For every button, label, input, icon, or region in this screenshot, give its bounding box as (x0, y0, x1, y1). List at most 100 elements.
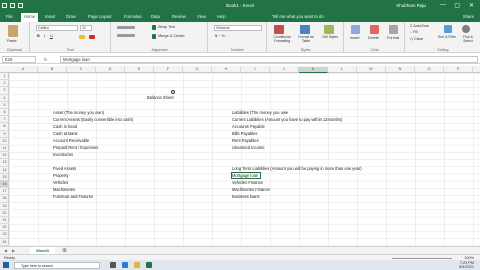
fill-color-icon[interactable] (79, 35, 85, 39)
clear-button[interactable]: ◇ Clear (410, 36, 423, 41)
currency-button[interactable]: $ ~ % , (215, 34, 227, 38)
row-header-1[interactable]: 1 (0, 73, 9, 81)
conditional-formatting-button[interactable]: Conditional Formatting (270, 35, 294, 43)
close-button[interactable]: ✕ (469, 2, 474, 9)
row-header-12[interactable]: 12 (0, 152, 9, 160)
fill-button[interactable]: ↓ Fill (410, 30, 418, 34)
tab-file[interactable]: File (6, 14, 13, 19)
number-format-select[interactable]: General (214, 25, 262, 31)
column-headers: ABCDEFGHIJKLMNOPQ (0, 66, 480, 73)
tab-draw[interactable]: Draw (66, 14, 76, 19)
row-header-18[interactable]: 18 (0, 195, 9, 203)
tab-help[interactable]: Help (217, 14, 226, 19)
tab-review[interactable]: Review (172, 14, 186, 19)
edge-icon[interactable] (122, 262, 128, 268)
row-header-5[interactable]: 5 (0, 102, 9, 109)
tab-insert[interactable]: Insert (45, 14, 55, 19)
number-label: Number (231, 48, 244, 52)
start-icon[interactable] (3, 262, 9, 268)
align-top-icon[interactable] (117, 26, 135, 29)
row-header-13[interactable]: 13 (0, 159, 9, 167)
name-box[interactable]: K16 (2, 56, 36, 63)
row-header-23[interactable]: 23 (0, 231, 9, 239)
zoom-slider[interactable] (392, 257, 452, 259)
paste-button[interactable]: Paste (7, 39, 17, 43)
minimize-button[interactable]: — (440, 2, 446, 8)
file-explorer-icon[interactable] (134, 262, 140, 268)
taskbar-search[interactable]: Type here to search (14, 261, 100, 269)
alignment-label: Alignment (151, 48, 168, 52)
tab-home[interactable]: Home (21, 13, 39, 22)
wrap-text-button[interactable]: Wrap Text (158, 25, 175, 29)
maximize-button[interactable]: ▢ (454, 2, 460, 9)
cell-title[interactable]: Balance Sheet (147, 94, 174, 101)
number-group: General $ ~ % , Number (209, 22, 267, 53)
tab-view[interactable]: View (197, 14, 206, 19)
styles-group: Conditional Formatting Format as Table C… (268, 22, 344, 53)
row-header-20[interactable]: 20 (0, 210, 9, 217)
align-left-icon[interactable] (117, 34, 135, 37)
worksheet-grid[interactable]: Balance Sheet Asset (The money you own) … (9, 73, 480, 246)
row-header-24[interactable]: 24 (0, 239, 9, 246)
task-view-icon[interactable] (110, 262, 116, 268)
share-button[interactable]: Share (463, 14, 474, 19)
clear-label: Clear (413, 37, 424, 41)
autosum-button[interactable]: Σ AutoSum (410, 24, 429, 28)
row-header-15[interactable]: 15 (0, 174, 9, 181)
next-sheet-icon[interactable]: ▶ (12, 248, 15, 253)
row-header-14[interactable]: 14 (0, 167, 9, 174)
cells-label: Cells (370, 48, 379, 52)
row-header-22[interactable]: 22 (0, 224, 9, 232)
font-label: Font (66, 48, 75, 52)
delete-cells-button[interactable]: Delete (368, 36, 379, 40)
row-header-8[interactable]: 8 (0, 123, 9, 131)
row-header-21[interactable]: 21 (0, 217, 9, 225)
tab-formulas[interactable]: Formulas (124, 14, 141, 19)
function-icon[interactable]: fx (44, 56, 47, 63)
cell-styles-button[interactable]: Cell Styles (321, 35, 339, 39)
user-name[interactable]: Shubham Raju (396, 3, 426, 8)
zoom-level[interactable]: 100% (464, 256, 474, 260)
cell-furniture[interactable]: Furniture and Fixtures (53, 193, 93, 200)
row-header-3[interactable]: 3 (0, 87, 9, 95)
find-select-button[interactable]: Find & Select (458, 35, 478, 43)
excel-taskbar-icon[interactable] (146, 262, 152, 268)
row-headers: 1 2 3 4 5 6 7 8 9 10 11 12 13 14 15 16 17 18 19 20 21 22 23 24 (0, 73, 9, 246)
sort-filter-button[interactable]: Sort & Filter (438, 35, 456, 39)
italic-button[interactable]: I (44, 34, 45, 38)
font-size-select[interactable]: 11 (80, 25, 92, 31)
insert-cells-button[interactable]: Insert (350, 36, 360, 40)
merge-center-button[interactable]: Merge & Center (158, 34, 185, 38)
cell-unearned-income[interactable]: Unearned Income (232, 144, 265, 151)
bold-button[interactable]: B (37, 34, 40, 38)
cell-inventories[interactable]: Inventories (53, 151, 73, 158)
find-select-icon (462, 25, 470, 33)
row-header-4[interactable]: 4 (0, 95, 9, 102)
row-header-11[interactable]: 11 (0, 145, 9, 153)
row-header-19[interactable]: 19 (0, 203, 9, 210)
row-header-16[interactable]: 16 (0, 181, 9, 189)
font-name-select[interactable]: Calibri (36, 25, 78, 31)
format-cells-button[interactable]: Format (387, 36, 399, 40)
clock[interactable]: 7:22 PM 6/4/2021 (459, 261, 474, 269)
row-header-6[interactable]: 6 (0, 109, 9, 117)
row-header-2[interactable]: 2 (0, 80, 9, 88)
prev-sheet-icon[interactable]: ◀ (4, 248, 7, 253)
row-header-10[interactable]: 10 (0, 138, 9, 145)
tab-data[interactable]: Data (151, 14, 160, 19)
font-color-icon[interactable] (89, 35, 95, 39)
formula-input[interactable]: Mortgage loan (60, 56, 478, 63)
row-header-17[interactable]: 17 (0, 188, 9, 196)
tab-page-layout[interactable]: Page Layout (88, 14, 112, 19)
format-as-table-button[interactable]: Format as Table (296, 35, 316, 43)
add-sheet-icon[interactable]: ⊕ (62, 247, 67, 254)
clock-date: 6/4/2021 (459, 264, 474, 269)
row-header-7[interactable]: 7 (0, 116, 9, 124)
alignment-group: Wrap Text Merge & Center Alignment (112, 22, 208, 53)
row-header-9[interactable]: 9 (0, 131, 9, 138)
styles-label: Styles (300, 48, 311, 52)
tell-me-search[interactable]: Tell me what you want to do (272, 14, 324, 19)
underline-button[interactable]: U (50, 34, 53, 38)
editing-group: Σ AutoSum ↓ Fill ◇ Clear Sort & Filter F… (406, 22, 480, 53)
cell-business-loans[interactable]: Business loans (232, 193, 260, 200)
